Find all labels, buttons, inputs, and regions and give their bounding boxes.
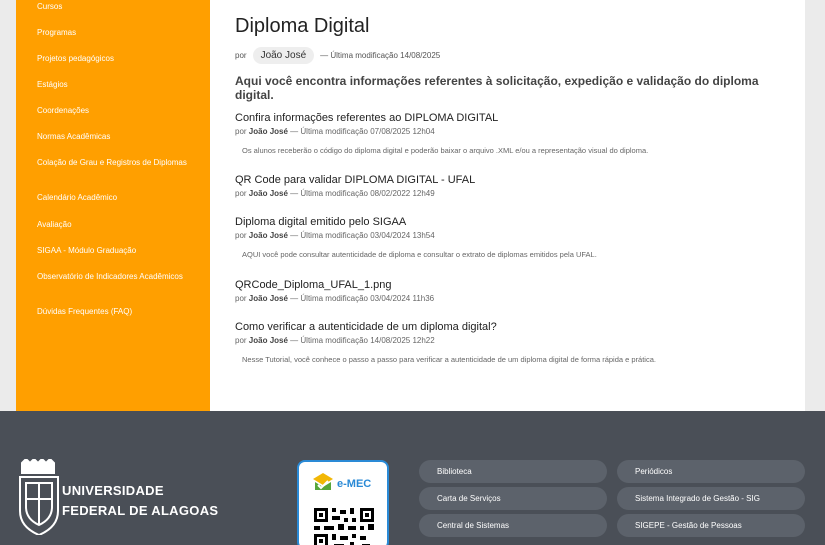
author-link[interactable]: João José	[252, 47, 315, 64]
university-name: UNIVERSIDADE FEDERAL DE ALAGOAS	[62, 481, 218, 521]
university-name-line2: FEDERAL DE ALAGOAS	[62, 503, 219, 518]
footer-link-biblioteca[interactable]: Biblioteca	[419, 460, 607, 483]
byline-prefix: por	[235, 51, 247, 60]
sidebar-item-faq[interactable]: Dúvidas Frequentes (FAQ)	[37, 307, 187, 317]
item-title-link[interactable]: Confira informações referentes ao DIPLOM…	[235, 112, 775, 125]
footer: UNIVERSIDADE FEDERAL DE ALAGOAS e-MEC Bi…	[0, 411, 825, 545]
item-description: Nesse Tutorial, você conhece o passo a p…	[242, 355, 656, 364]
ufal-logo-icon[interactable]	[16, 457, 62, 540]
page-modified: — Última modificação 14/08/2025	[320, 51, 441, 60]
sidebar-item-observatorio[interactable]: Observatório de Indicadores Acadêmicos	[37, 272, 187, 282]
item-modified: — Última modificação 03/04/2024 13h54	[290, 231, 435, 240]
emec-label: e-MEC	[337, 478, 372, 490]
footer-link-central-de-sistemas[interactable]: Central de Sistemas	[419, 514, 607, 537]
list-item: Como verificar a autenticidade de um dip…	[235, 321, 775, 365]
page-background: Cursos Programas Projetos pedagógicos Es…	[0, 0, 825, 411]
item-title-link[interactable]: QR Code para validar DIPLOMA DIGITAL - U…	[235, 174, 775, 187]
sidebar-item-programas[interactable]: Programas	[37, 28, 187, 38]
qr-code-icon	[314, 508, 374, 545]
sidebar-item-projetos-pedagogicos[interactable]: Projetos pedagógicos	[37, 54, 187, 64]
emec-icon	[313, 473, 333, 490]
item-meta: por João José — Última modificação 08/02…	[235, 189, 775, 199]
sidebar-item-normas-academicas[interactable]: Normas Acadêmicas	[37, 132, 187, 142]
item-title-link[interactable]: Como verificar a autenticidade de um dip…	[235, 321, 775, 334]
sidebar-item-colacao-de-grau[interactable]: Colação de Grau e Registros de Diplomas	[37, 158, 187, 168]
page-byline: por João José — Última modificação 14/08…	[235, 47, 440, 64]
item-meta: por João José — Última modificação 14/08…	[235, 336, 775, 346]
sidebar: Cursos Programas Projetos pedagógicos Es…	[16, 0, 210, 411]
main-content: Diploma Digital por João José — Última m…	[210, 0, 805, 411]
item-title-link[interactable]: Diploma digital emitido pelo SIGAA	[235, 216, 775, 229]
footer-link-sigepe[interactable]: SIGEPE - Gestão de Pessoas	[617, 514, 805, 537]
item-by: por	[235, 189, 247, 198]
list-item: QRCode_Diploma_UFAL_1.png por João José …	[235, 279, 775, 304]
emec-badge[interactable]: e-MEC	[297, 460, 389, 545]
page-description: Aqui você encontra informações referente…	[235, 74, 759, 102]
item-by: por	[235, 294, 247, 303]
sidebar-item-calendario-academico[interactable]: Calendário Acadêmico	[37, 193, 187, 203]
item-title-link[interactable]: QRCode_Diploma_UFAL_1.png	[235, 279, 775, 292]
item-by: por	[235, 127, 247, 136]
footer-link-sig[interactable]: Sistema Integrado de Gestão - SIG	[617, 487, 805, 510]
sidebar-item-cursos[interactable]: Cursos	[37, 2, 187, 12]
item-author[interactable]: João José	[249, 336, 288, 345]
item-meta: por João José — Última modificação 03/04…	[235, 231, 775, 241]
item-modified: — Última modificação 14/08/2025 12h22	[290, 336, 435, 345]
item-meta: por João José — Última modificação 03/04…	[235, 294, 775, 304]
item-author[interactable]: João José	[249, 127, 288, 136]
sidebar-item-coordenacoes[interactable]: Coordenações	[37, 106, 187, 116]
item-author[interactable]: João José	[249, 189, 288, 198]
item-meta: por João José — Última modificação 07/08…	[235, 127, 775, 137]
sidebar-item-avaliacao[interactable]: Avaliação	[37, 220, 187, 230]
item-description: Os alunos receberão o código do diploma …	[242, 146, 649, 155]
item-description: AQUI você pode consultar autenticidade d…	[242, 250, 597, 259]
item-by: por	[235, 336, 247, 345]
list-item: Confira informações referentes ao DIPLOM…	[235, 112, 775, 156]
item-modified: — Última modificação 07/08/2025 12h04	[290, 127, 435, 136]
list-item: Diploma digital emitido pelo SIGAA por J…	[235, 216, 775, 260]
university-name-line1: UNIVERSIDADE	[62, 483, 164, 498]
list-item: QR Code para validar DIPLOMA DIGITAL - U…	[235, 174, 775, 199]
page-title: Diploma Digital	[235, 15, 370, 37]
item-modified: — Última modificação 08/02/2022 12h49	[290, 189, 435, 198]
sidebar-item-estagios[interactable]: Estágios	[37, 80, 187, 90]
item-modified: — Última modificação 03/04/2024 11h36	[290, 294, 435, 303]
item-author[interactable]: João José	[249, 231, 288, 240]
footer-link-carta-de-servicos[interactable]: Carta de Serviços	[419, 487, 607, 510]
footer-link-periodicos[interactable]: Periódicos	[617, 460, 805, 483]
sidebar-item-sigaa[interactable]: SIGAA - Módulo Graduação	[37, 246, 187, 256]
item-author[interactable]: João José	[249, 294, 288, 303]
item-by: por	[235, 231, 247, 240]
